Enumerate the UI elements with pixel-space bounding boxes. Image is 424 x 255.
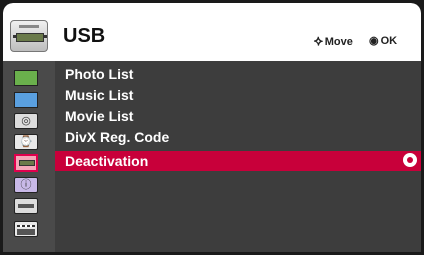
clapper-body-detail	[17, 229, 35, 235]
input-lead-detail	[18, 204, 34, 208]
ok-button-icon: ◉	[369, 35, 379, 47]
menu-item-divx-reg-code[interactable]: DivX Reg. Code	[55, 127, 421, 147]
move-arrows-icon: ⯎	[314, 34, 323, 48]
category-sidebar: ◎ ⌚ ⓘ	[3, 61, 55, 252]
sound-icon[interactable]	[14, 92, 38, 108]
menu-item-label: Deactivation	[65, 153, 149, 169]
page-title: USB	[63, 25, 106, 47]
selected-radio-icon	[403, 153, 417, 167]
move-hint: ⯎ Move	[314, 34, 353, 49]
menu-item-music-list[interactable]: Music List	[55, 85, 421, 105]
clock-icon[interactable]: ⌚	[14, 134, 38, 150]
menu-panel: USB ⯎ Move ◉ OK ◎ ⌚ ⓘ Photo List Music L…	[3, 3, 421, 252]
info-icon[interactable]: ⓘ	[14, 177, 38, 193]
picture-icon[interactable]	[14, 70, 38, 86]
usb-slot-detail	[19, 25, 39, 28]
clapper-stripe-detail	[17, 225, 35, 227]
usb-icon[interactable]	[14, 154, 38, 172]
input-icon[interactable]	[14, 198, 38, 214]
move-hint-label: Move	[324, 35, 353, 48]
menu-item-movie-list[interactable]: Movie List	[55, 106, 421, 126]
clapper-icon[interactable]	[14, 221, 38, 237]
menu-header: USB ⯎ Move ◉ OK	[3, 3, 421, 61]
ok-hint: ◉ OK	[369, 34, 398, 48]
usb-plug-detail	[19, 160, 35, 166]
menu-item-photo-list[interactable]: Photo List	[55, 64, 421, 84]
usb-plug-icon	[10, 20, 48, 52]
tv-screen: USB ⯎ Move ◉ OK ◎ ⌚ ⓘ Photo List Music L…	[0, 0, 424, 255]
ok-hint-label: OK	[380, 34, 398, 47]
menu-item-deactivation[interactable]: Deactivation	[55, 151, 421, 171]
usb-plug-detail	[13, 33, 47, 42]
settings-icon[interactable]: ◎	[14, 113, 38, 129]
